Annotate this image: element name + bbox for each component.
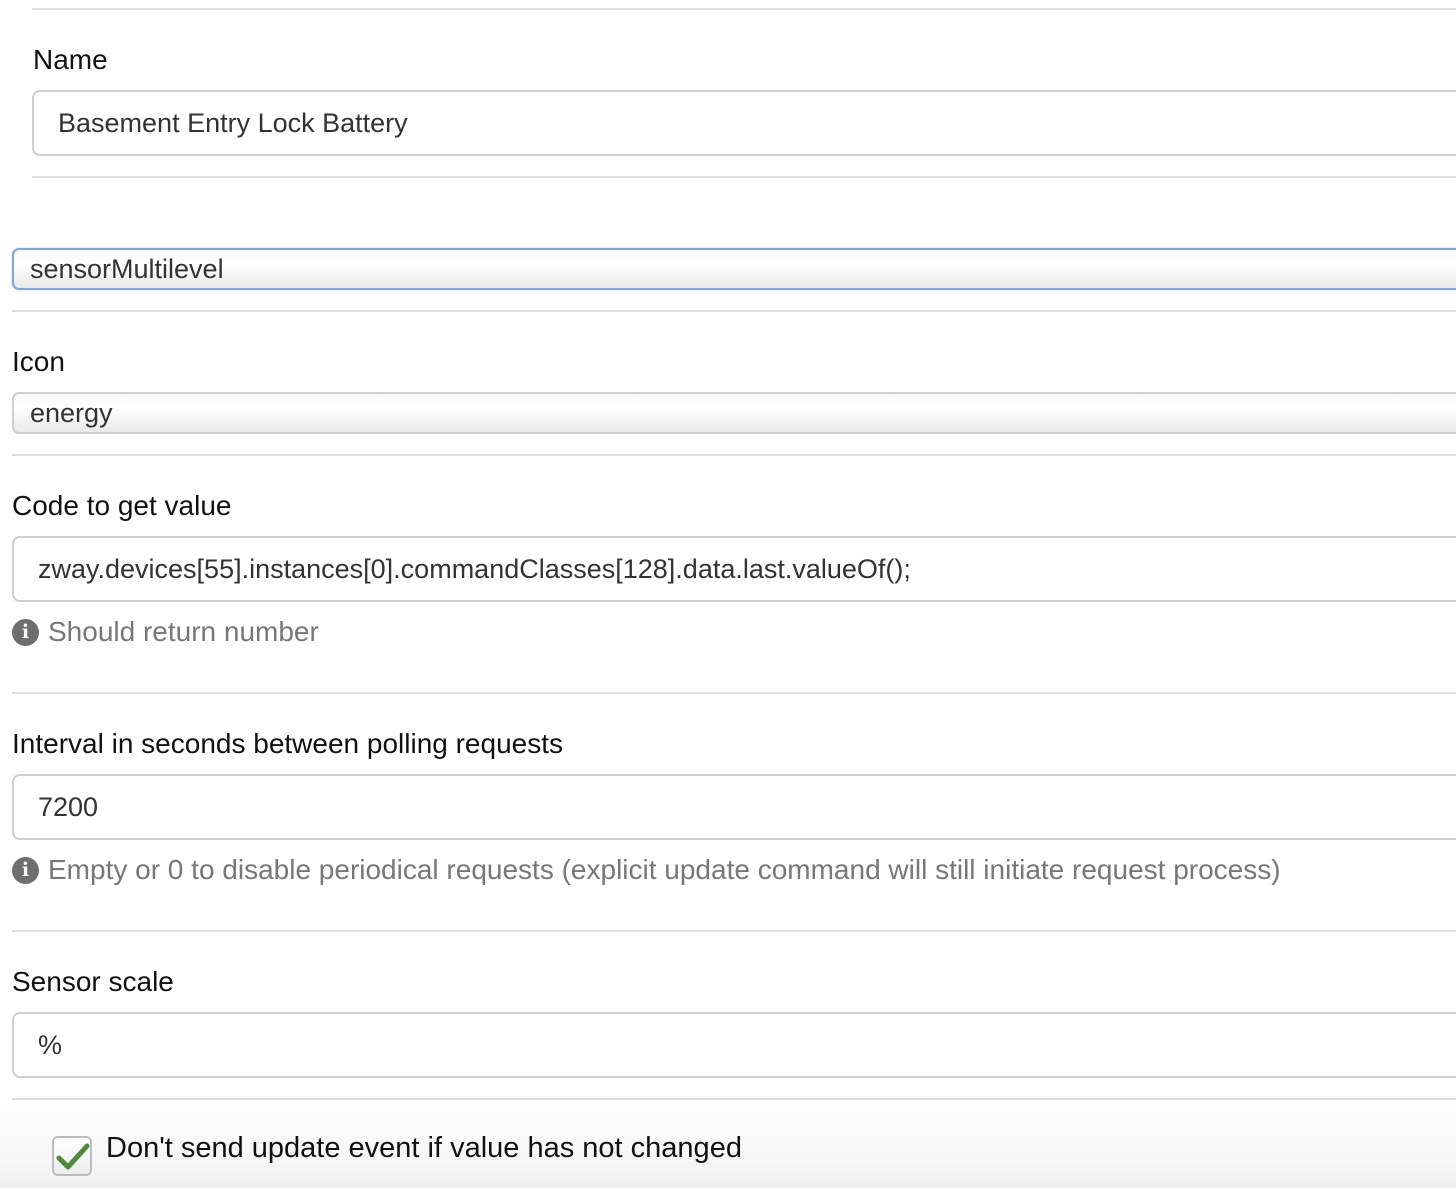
- info-icon: i: [12, 856, 39, 884]
- name-input[interactable]: [32, 90, 1456, 156]
- icon-select[interactable]: energy: [12, 392, 1456, 434]
- icon-select-value: energy: [30, 398, 113, 428]
- skip-unchanged-checkbox[interactable]: [52, 1136, 92, 1176]
- interval-help-text: Empty or 0 to disable periodical request…: [48, 854, 1281, 885]
- interval-label: Interval in seconds between polling requ…: [12, 728, 564, 759]
- code-input[interactable]: [12, 536, 1456, 602]
- scale-label: Sensor scale: [12, 966, 174, 997]
- icon-label: Icon: [12, 346, 65, 377]
- divider-icon: [12, 454, 1456, 456]
- divider-name: [32, 176, 1456, 178]
- interval-help: i Empty or 0 to disable periodical reque…: [12, 854, 1281, 886]
- info-icon: i: [12, 618, 39, 646]
- interval-input[interactable]: [12, 774, 1456, 840]
- checkmark-icon: [56, 1143, 90, 1170]
- divider-device-type: [12, 310, 1456, 312]
- code-help-text: Should return number: [48, 616, 319, 647]
- skip-unchanged-label[interactable]: Don't send update event if value has not…: [106, 1132, 742, 1165]
- name-label: Name: [33, 44, 108, 75]
- divider-top: [32, 8, 1456, 10]
- scale-input[interactable]: [12, 1012, 1456, 1078]
- code-label: Code to get value: [12, 490, 232, 521]
- device-type-select[interactable]: sensorMultilevel: [12, 248, 1456, 290]
- divider-code: [12, 692, 1456, 694]
- divider-interval: [12, 930, 1456, 932]
- device-type-value: sensorMultilevel: [30, 254, 224, 284]
- code-help: i Should return number: [12, 616, 319, 648]
